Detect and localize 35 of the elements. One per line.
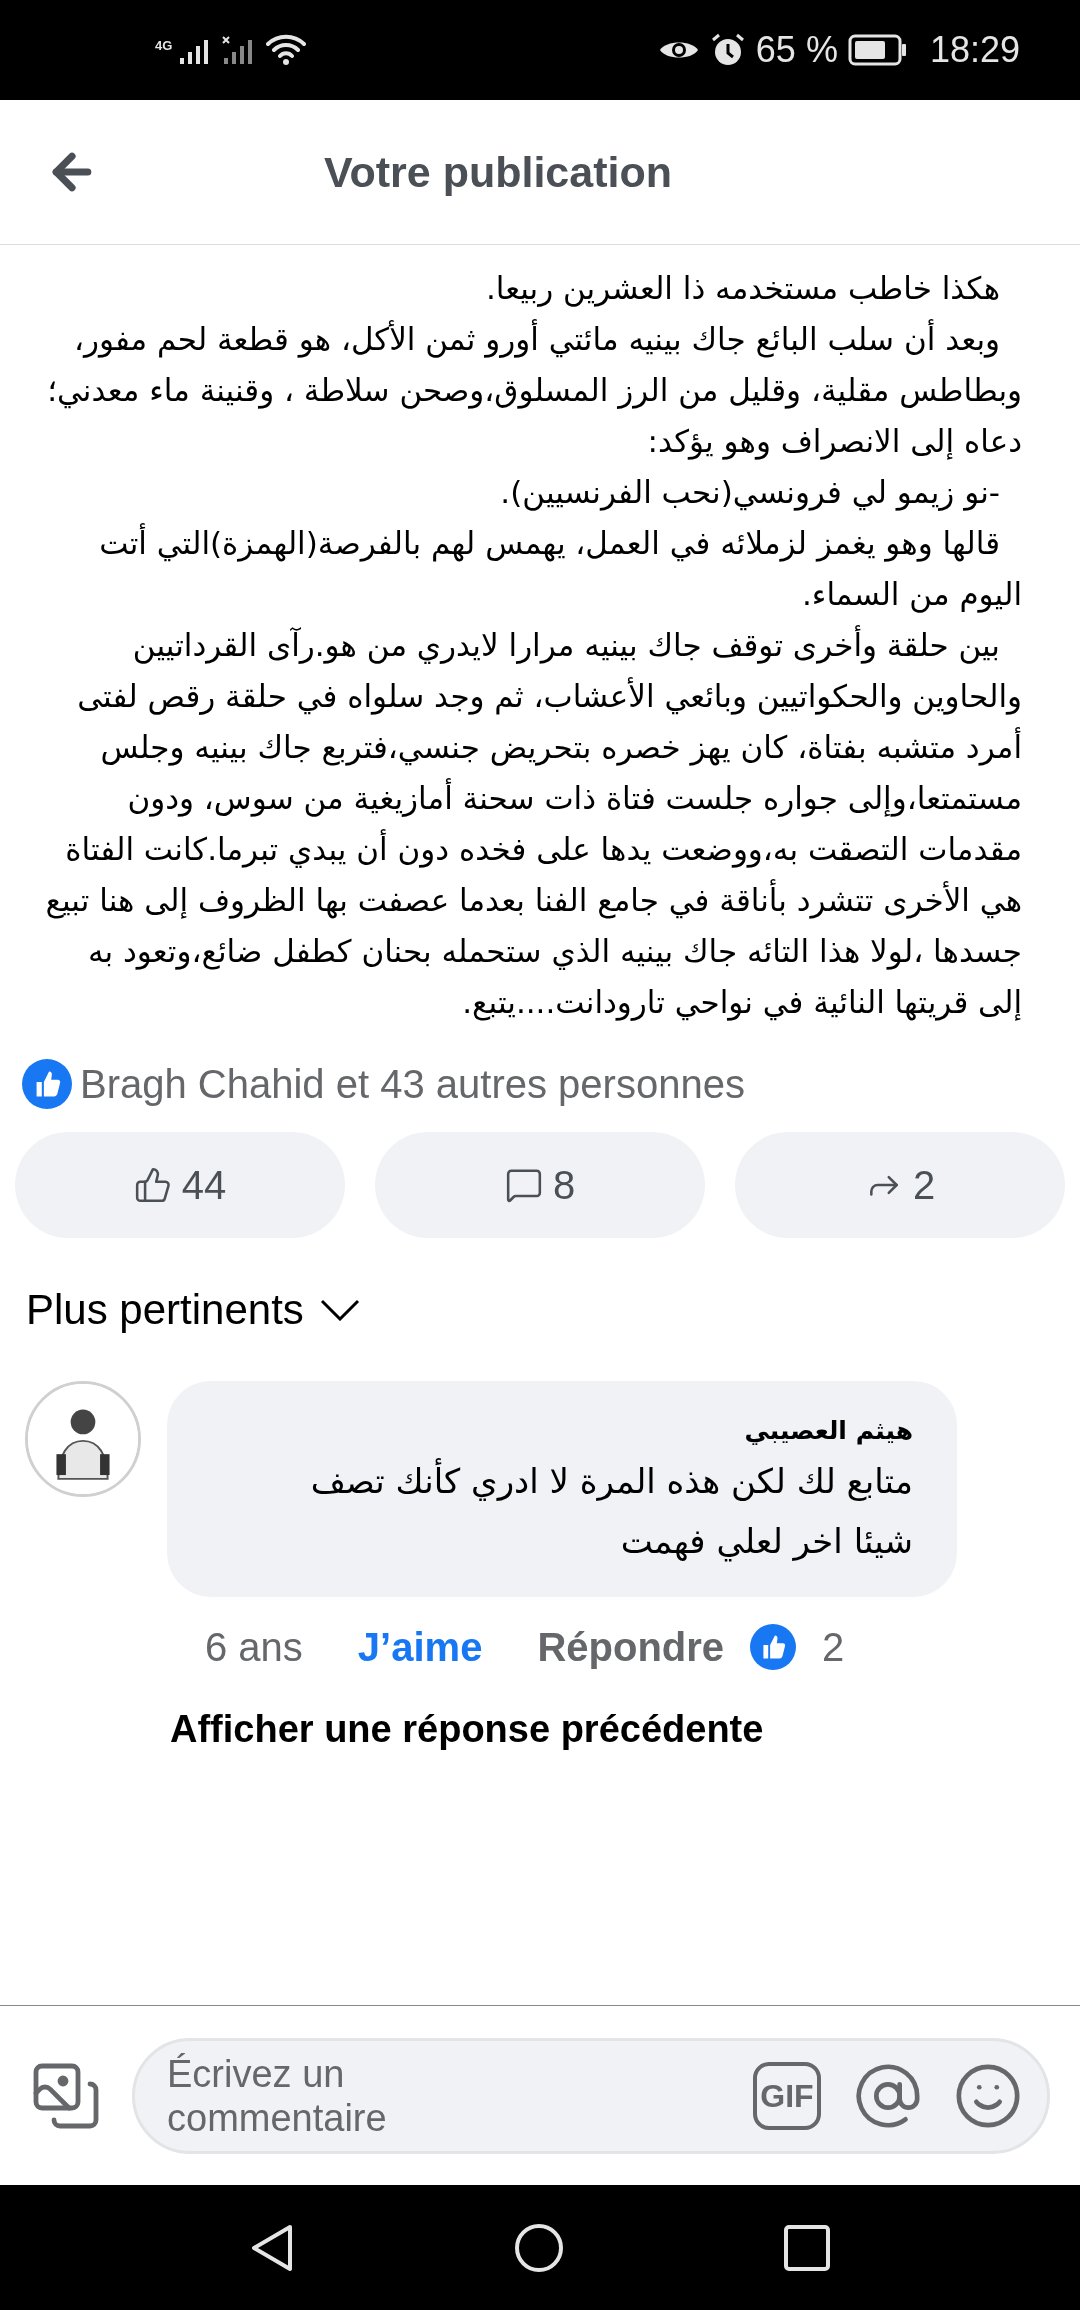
sort-dropdown[interactable]: Plus pertinents: [26, 1278, 360, 1341]
like-button[interactable]: 44: [15, 1132, 345, 1238]
reaction-count: 2: [822, 1624, 845, 1671]
post-paragraph: -نو زيمو لي فرونسي(نحب الفرنسيين).: [499, 473, 1001, 513]
speech-bubble-icon: [504, 1166, 543, 1204]
comment-button[interactable]: 8: [375, 1132, 705, 1238]
battery-percent: 65 %: [755, 28, 838, 72]
post-paragraph: وبعد أن سلب البائع جاك بينيه مائتي أورو ثمن الأكل، هو قطعة لحم مفور، وبطاطس مقلية، وقليل من الرز المسلوق،وصحن سلاطة ، وقنينة ماء معدني؛ دعاه إلى الانصراف وهو يؤكد:: [46, 318, 1022, 462]
post-paragraph: بين حلقة وأخرى توقف جاك بينيه مرارا لايدري من هو.رآى القرداتيين والحاوين والحكواتيين وبائعي الأعشاب، ثم وجد سلواه في حلقة رقص لفتى أمرد متشبه بفتاة، كان يهز خصره بتحريض جنسي،فتربع جاك بينيه وجلس مستمتعا،وإلى جواره جلست فتاة ذات سحنة أمازيغية من سوس، ودون مقدمات التصقت به،ووضعت يدها على فخده دون أن يبدي تبرما.كانت الفتاة هي الأخرى تتشرد بأناقة في جامع الفنا بعدما عصفت بها الظروف إلى هنا تبيع جسدها ،لولا هذا التائه جاك بينيه الذي ستحمله بحنان كطفل ضائع،وتعود به إلى قريتها النائية في نواحي تارودانت....يتبع.: [44, 624, 1022, 1023]
home-nav-icon[interactable]: [514, 2222, 564, 2273]
comment-age: 6 ans: [205, 1624, 303, 1671]
gif-button[interactable]: GIF: [753, 2061, 821, 2130]
previous-replies-link[interactable]: Afficher une réponse précédente: [170, 1708, 764, 1750]
like-badge-icon: [22, 1059, 72, 1109]
comment-placeholder: Écrivez un commentaire: [167, 2051, 388, 2140]
clock-time: 18:29: [929, 28, 1020, 72]
chevron-down-icon: [319, 1298, 360, 1321]
share-button[interactable]: 2: [735, 1132, 1065, 1238]
network-type: 4G: [155, 37, 173, 55]
post-paragraph: هكذا خاطب مستخدمه ذا العشرين ربيعا.: [484, 269, 1001, 309]
comment-field[interactable]: Écrivez un commentaire GIF: [132, 2037, 1050, 2154]
reply-link[interactable]: Répondre: [537, 1617, 725, 1677]
battery-icon: [847, 34, 908, 66]
like-link[interactable]: J’aime: [357, 1617, 483, 1677]
comment-author[interactable]: هيثم العصيبي: [744, 1411, 913, 1451]
like-badge-icon: [750, 1624, 797, 1670]
post-paragraph: قالها وهو يغمز لزملائه في العمل، يهمس لهم بالفرصة(الهمزة)التي أتت اليوم من السماء.: [98, 522, 1022, 615]
recents-nav-icon[interactable]: [784, 2224, 830, 2271]
wifi-icon: [266, 34, 307, 66]
back-nav-icon[interactable]: [250, 2222, 294, 2273]
reactions-summary[interactable]: Bragh Chahid et 43 autres personnes: [80, 1054, 745, 1114]
comment-text: متابع لك لكن هذه المرة لا ادري كأنك تصف شيئا اخر لعلي فهمت: [273, 1451, 913, 1571]
thumbs-up-icon: [133, 1166, 172, 1204]
page-title: Votre publication: [324, 146, 672, 198]
alarm-clock-icon: [709, 32, 746, 68]
